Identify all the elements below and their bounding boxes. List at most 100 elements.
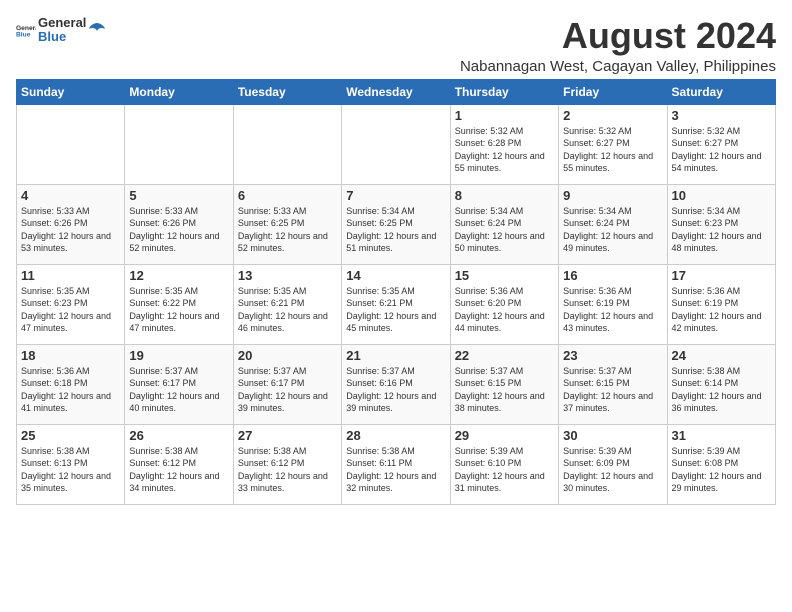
day-number: 23 xyxy=(563,348,662,363)
day-number: 22 xyxy=(455,348,554,363)
daylight-label: Daylight: 12 hours and 29 minutes. xyxy=(672,471,762,494)
sunrise-label: Sunrise: 5:36 AM xyxy=(21,366,90,376)
day-info: Sunrise: 5:34 AMSunset: 6:25 PMDaylight:… xyxy=(346,205,445,255)
daylight-label: Daylight: 12 hours and 30 minutes. xyxy=(563,471,653,494)
sunrise-label: Sunrise: 5:39 AM xyxy=(455,446,524,456)
calendar-cell xyxy=(125,104,233,184)
sunset-label: Sunset: 6:22 PM xyxy=(129,298,196,308)
day-number: 4 xyxy=(21,188,120,203)
page-header: General Blue General Blue August 2024 Na… xyxy=(16,16,776,75)
day-number: 18 xyxy=(21,348,120,363)
daylight-label: Daylight: 12 hours and 35 minutes. xyxy=(21,471,111,494)
day-info: Sunrise: 5:37 AMSunset: 6:16 PMDaylight:… xyxy=(346,365,445,415)
sunset-label: Sunset: 6:21 PM xyxy=(238,298,305,308)
sunset-label: Sunset: 6:23 PM xyxy=(21,298,88,308)
sunset-label: Sunset: 6:27 PM xyxy=(672,138,739,148)
sunrise-label: Sunrise: 5:35 AM xyxy=(238,286,307,296)
calendar-cell xyxy=(342,104,450,184)
sunrise-label: Sunrise: 5:33 AM xyxy=(129,206,198,216)
sunset-label: Sunset: 6:24 PM xyxy=(563,218,630,228)
sunrise-label: Sunrise: 5:33 AM xyxy=(238,206,307,216)
daylight-label: Daylight: 12 hours and 42 minutes. xyxy=(672,311,762,334)
day-info: Sunrise: 5:35 AMSunset: 6:22 PMDaylight:… xyxy=(129,285,228,335)
day-number: 29 xyxy=(455,428,554,443)
col-header-friday: Friday xyxy=(559,79,667,104)
daylight-label: Daylight: 12 hours and 52 minutes. xyxy=(238,231,328,254)
day-number: 20 xyxy=(238,348,337,363)
col-header-wednesday: Wednesday xyxy=(342,79,450,104)
day-number: 12 xyxy=(129,268,228,283)
day-info: Sunrise: 5:36 AMSunset: 6:19 PMDaylight:… xyxy=(563,285,662,335)
month-year-title: August 2024 xyxy=(460,16,776,56)
logo-general: General xyxy=(38,16,86,30)
logo-icon: General Blue xyxy=(16,22,36,38)
day-info: Sunrise: 5:34 AMSunset: 6:24 PMDaylight:… xyxy=(563,205,662,255)
day-info: Sunrise: 5:39 AM Sunset: 6:10 PM Daylight:… xyxy=(455,445,554,495)
calendar-cell: 7Sunrise: 5:34 AMSunset: 6:25 PMDaylight… xyxy=(342,184,450,264)
daylight-label: Daylight: 12 hours and 37 minutes. xyxy=(563,391,653,414)
sunrise-label: Sunrise: 5:32 AM xyxy=(455,126,524,136)
sunset-label: Sunset: 6:18 PM xyxy=(21,378,88,388)
header-row: SundayMondayTuesdayWednesdayThursdayFrid… xyxy=(17,79,776,104)
day-info: Sunrise: 5:38 AMSunset: 6:11 PMDaylight:… xyxy=(346,445,445,495)
sunrise-label: Sunrise: 5:34 AM xyxy=(346,206,415,216)
calendar-cell: 28Sunrise: 5:38 AMSunset: 6:11 PMDayligh… xyxy=(342,424,450,504)
calendar-cell: 24Sunrise: 5:38 AMSunset: 6:14 PMDayligh… xyxy=(667,344,775,424)
calendar-cell: 20Sunrise: 5:37 AMSunset: 6:17 PMDayligh… xyxy=(233,344,341,424)
week-row-1: 1 Sunrise: 5:32 AMSunset: 6:28 PMDaylight… xyxy=(17,104,776,184)
sunset-label: Sunset: 6:10 PM xyxy=(455,458,522,468)
day-number: 21 xyxy=(346,348,445,363)
calendar-cell: 29 Sunrise: 5:39 AM Sunset: 6:10 PM Dayligh… xyxy=(450,424,558,504)
calendar-cell: 10Sunrise: 5:34 AMSunset: 6:23 PMDayligh… xyxy=(667,184,775,264)
day-info: Sunrise: 5:35 AMSunset: 6:21 PMDaylight:… xyxy=(346,285,445,335)
daylight-label: Daylight: 12 hours and 54 minutes. xyxy=(672,151,762,174)
sunrise-label: Sunrise: 5:38 AM xyxy=(129,446,198,456)
daylight-label: Daylight: 12 hours and 53 minutes. xyxy=(21,231,111,254)
sunrise-label: Sunrise: 5:38 AM xyxy=(21,446,90,456)
daylight-label: Daylight: 12 hours and 31 minutes. xyxy=(455,471,545,494)
daylight-label: Daylight: 12 hours and 32 minutes. xyxy=(346,471,436,494)
sunrise-label: Sunrise: 5:37 AM xyxy=(563,366,632,376)
calendar-cell xyxy=(233,104,341,184)
sunset-label: Sunset: 6:26 PM xyxy=(129,218,196,228)
calendar-cell: 11Sunrise: 5:35 AMSunset: 6:23 PMDayligh… xyxy=(17,264,125,344)
calendar-cell: 1 Sunrise: 5:32 AMSunset: 6:28 PMDaylight… xyxy=(450,104,558,184)
sunset-label: Sunset: 6:12 PM xyxy=(129,458,196,468)
sunset-label: Sunset: 6:09 PM xyxy=(563,458,630,468)
sunset-label: Sunset: 6:21 PM xyxy=(346,298,413,308)
calendar-cell: 3Sunrise: 5:32 AMSunset: 6:27 PMDaylight… xyxy=(667,104,775,184)
day-info: Sunrise: 5:39 AMSunset: 6:09 PMDaylight:… xyxy=(563,445,662,495)
sunset-label: Sunset: 6:15 PM xyxy=(455,378,522,388)
calendar-cell: 30Sunrise: 5:39 AMSunset: 6:09 PMDayligh… xyxy=(559,424,667,504)
daylight-label: Daylight: 12 hours and 50 minutes. xyxy=(455,231,545,254)
sunset-label: Sunset: 6:27 PM xyxy=(563,138,630,148)
day-number: 1 xyxy=(455,108,554,123)
sunset-label: Sunset: 6:20 PM xyxy=(455,298,522,308)
sunrise-label: Sunrise: 5:32 AM xyxy=(563,126,632,136)
sunrise-label: Sunrise: 5:37 AM xyxy=(129,366,198,376)
sunrise-label: Sunrise: 5:35 AM xyxy=(21,286,90,296)
day-number: 10 xyxy=(672,188,771,203)
calendar-cell: 18Sunrise: 5:36 AMSunset: 6:18 PMDayligh… xyxy=(17,344,125,424)
calendar-cell: 31Sunrise: 5:39 AMSunset: 6:08 PMDayligh… xyxy=(667,424,775,504)
daylight-label: Daylight: 12 hours and 44 minutes. xyxy=(455,311,545,334)
calendar-cell: 12 Sunrise: 5:35 AMSunset: 6:22 PMDayligh… xyxy=(125,264,233,344)
sunrise-label: Sunrise: 5:37 AM xyxy=(346,366,415,376)
sunset-label: Sunset: 6:13 PM xyxy=(21,458,88,468)
daylight-label: Daylight: 12 hours and 47 minutes. xyxy=(21,311,111,334)
day-info: Sunrise: 5:32 AMSunset: 6:28 PMDaylight:… xyxy=(455,125,554,175)
daylight-label: Daylight: 12 hours and 40 minutes. xyxy=(129,391,219,414)
sunrise-label: Sunrise: 5:37 AM xyxy=(455,366,524,376)
sunset-label: Sunset: 6:17 PM xyxy=(238,378,305,388)
day-number: 2 xyxy=(563,108,662,123)
logo: General Blue General Blue xyxy=(16,16,106,45)
day-info: Sunrise: 5:32 AMSunset: 6:27 PMDaylight:… xyxy=(672,125,771,175)
week-row-2: 4 Sunrise: 5:33 AM Sunset: 6:26 PM Daylight… xyxy=(17,184,776,264)
daylight-label: Daylight: 12 hours and 47 minutes. xyxy=(129,311,219,334)
calendar-cell: 6Sunrise: 5:33 AMSunset: 6:25 PMDaylight… xyxy=(233,184,341,264)
sunrise-label: Sunrise: 5:36 AM xyxy=(563,286,632,296)
calendar-cell: 27Sunrise: 5:38 AMSunset: 6:12 PMDayligh… xyxy=(233,424,341,504)
week-row-4: 18 Sunrise: 5:36 AM Sunset: 6:18 PM Dayligh… xyxy=(17,344,776,424)
calendar-cell xyxy=(17,104,125,184)
sunset-label: Sunset: 6:11 PM xyxy=(346,458,412,468)
